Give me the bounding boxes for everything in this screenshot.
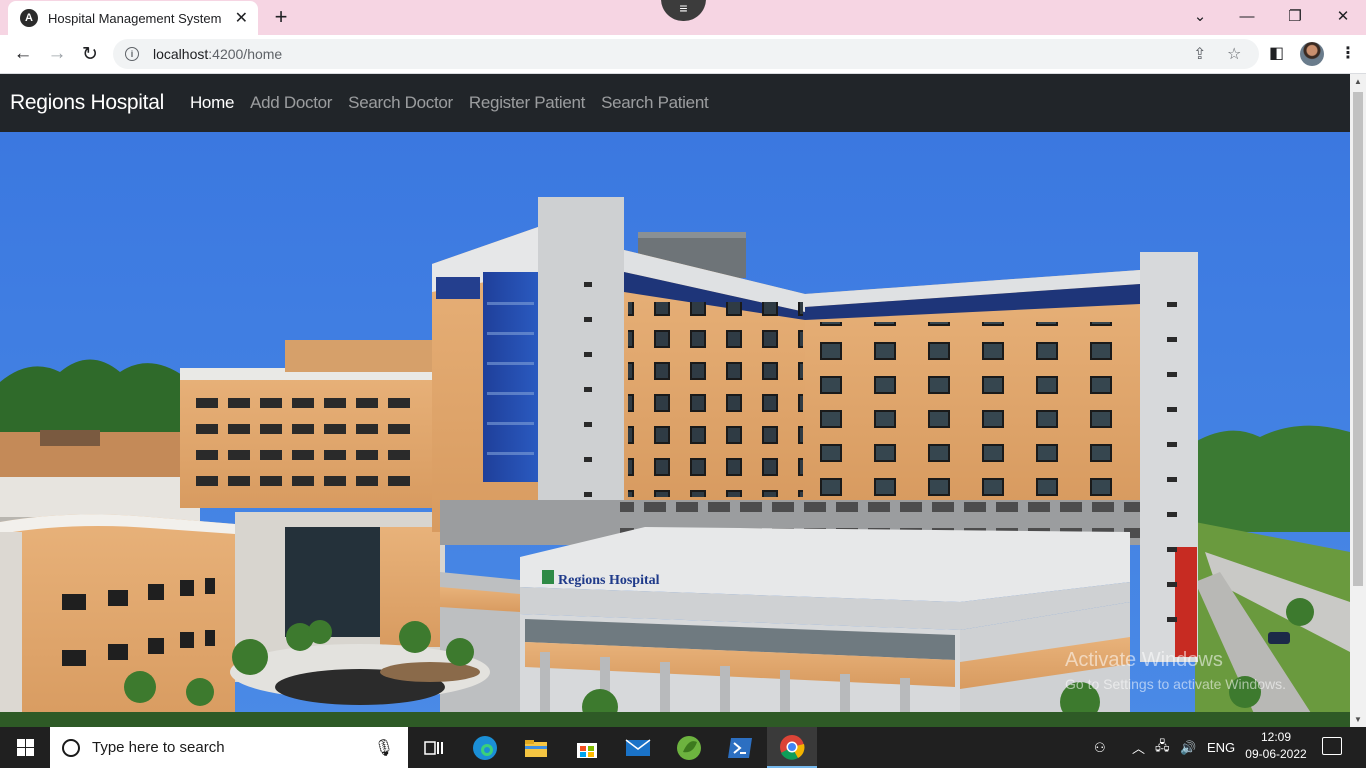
mail-icon[interactable] <box>613 727 663 768</box>
taskbar-search-placeholder: Type here to search <box>92 739 225 756</box>
nav-link-home[interactable]: Home <box>190 93 234 113</box>
microsoft-store-icon[interactable] <box>562 727 612 768</box>
start-button[interactable] <box>0 727 50 768</box>
scrollbar-thumb[interactable] <box>1353 92 1363 586</box>
notification-center-icon[interactable] <box>1322 737 1342 755</box>
forward-icon[interactable]: → <box>44 41 70 67</box>
nav-link-search-patient[interactable]: Search Patient <box>601 93 709 113</box>
minimize-icon[interactable]: — <box>1224 0 1270 32</box>
menu-icon[interactable]: ≡ <box>661 0 706 21</box>
url-text: localhost:4200/home <box>153 46 282 62</box>
file-explorer-icon[interactable] <box>511 727 561 768</box>
language-indicator[interactable]: ENG <box>1207 727 1235 768</box>
taskbar-clock[interactable]: 12:09 09-06-2022 <box>1240 729 1312 763</box>
spring-tool-icon[interactable] <box>664 727 714 768</box>
show-hidden-icons-icon[interactable]: ︿ <box>1132 727 1145 768</box>
task-view-icon[interactable] <box>408 727 458 768</box>
angular-favicon-icon: A <box>20 9 38 27</box>
site-navbar: Regions Hospital Home Add Doctor Search … <box>0 74 1350 132</box>
windows-logo-icon <box>16 739 34 756</box>
browser-tab-strip: A Hospital Management System ✕ + ≡ ⌄ — ❐… <box>0 0 1366 35</box>
profile-avatar[interactable] <box>1300 42 1324 66</box>
clock-date: 09-06-2022 <box>1245 747 1307 761</box>
new-tab-icon[interactable]: + <box>270 5 292 29</box>
building-sign-text: Regions Hospital <box>558 573 660 588</box>
share-icon[interactable]: ⇪ <box>1193 44 1206 64</box>
browser-toolbar: ← → ↻ i localhost:4200/home ⇪ ☆ ◧ ⋮ <box>0 35 1366 74</box>
tab-search-icon[interactable]: ⌄ <box>1177 0 1223 32</box>
clock-time: 12:09 <box>1260 730 1292 744</box>
browser-tab[interactable]: A Hospital Management System ✕ <box>8 1 258 35</box>
restore-icon[interactable]: ❐ <box>1272 0 1318 32</box>
reload-icon[interactable]: ↻ <box>77 41 103 67</box>
bookmark-star-icon[interactable]: ☆ <box>1227 44 1241 64</box>
nav-link-register-patient[interactable]: Register Patient <box>469 93 585 113</box>
page-viewport: Regions Hospital Home Add Doctor Search … <box>0 74 1350 727</box>
site-info-icon[interactable]: i <box>125 47 139 61</box>
hospital-hero-image: Regions Hospital <box>0 132 1350 727</box>
microphone-icon[interactable]: 🎙 <box>374 738 394 758</box>
taskbar-search-box[interactable]: Type here to search 🎙 <box>50 727 408 768</box>
scroll-up-icon[interactable]: ▲ <box>1354 77 1362 86</box>
people-icon[interactable]: ⚇ <box>1094 727 1106 768</box>
close-window-icon[interactable]: ✕ <box>1320 0 1366 32</box>
windows-taskbar: Type here to search 🎙 ⚇ ︿ 🖧 🔊 ENG 12:09 … <box>0 727 1366 768</box>
cortana-icon <box>62 738 80 757</box>
chrome-icon[interactable] <box>767 727 817 768</box>
navbar-brand[interactable]: Regions Hospital <box>10 91 164 115</box>
address-bar[interactable]: i localhost:4200/home ⇪ ☆ <box>113 39 1259 69</box>
tab-title: Hospital Management System <box>48 10 222 26</box>
side-panel-icon[interactable]: ◧ <box>1269 43 1284 63</box>
url-host: localhost <box>153 46 209 62</box>
activate-windows-watermark: Activate Windows Go to Settings to activ… <box>1065 649 1286 692</box>
url-path: :4200/home <box>208 46 283 62</box>
page-scrollbar[interactable]: ▲ ▼ <box>1350 74 1366 727</box>
scroll-down-icon[interactable]: ▼ <box>1354 715 1362 724</box>
watermark-title: Activate Windows <box>1065 649 1223 671</box>
tab-close-icon[interactable]: ✕ <box>235 8 248 28</box>
back-icon[interactable]: ← <box>10 41 36 67</box>
kebab-menu-icon[interactable]: ⋮ <box>1340 43 1356 63</box>
nav-link-search-doctor[interactable]: Search Doctor <box>348 93 453 113</box>
watermark-subtitle: Go to Settings to activate Windows. <box>1065 676 1286 692</box>
volume-icon[interactable]: 🔊 <box>1180 727 1196 768</box>
edge-browser-icon[interactable] <box>460 727 510 768</box>
nav-link-add-doctor[interactable]: Add Doctor <box>250 93 332 113</box>
powershell-icon[interactable] <box>715 727 765 768</box>
network-icon[interactable]: 🖧 <box>1155 727 1170 768</box>
